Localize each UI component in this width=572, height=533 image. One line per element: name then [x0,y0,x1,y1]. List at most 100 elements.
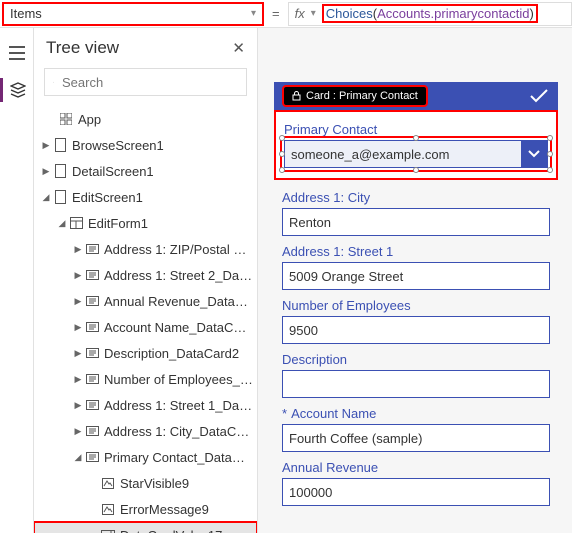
datacard-icon [84,270,100,280]
lock-icon [292,91,301,101]
chevron-down-icon: ▾ [251,8,256,19]
field-input[interactable]: 9500 [282,316,550,344]
collapse-icon[interactable]: ◢ [72,452,84,463]
check-icon[interactable] [530,89,548,103]
expand-icon[interactable]: ▶ [40,140,52,151]
expand-icon[interactable]: ▶ [72,426,84,437]
tree-node-street1[interactable]: ▶ Address 1: Street 1_DataCard2 [34,392,257,418]
resize-handle[interactable] [413,135,419,141]
tree-search[interactable] [44,68,247,96]
collapse-icon[interactable]: ◢ [56,218,68,229]
equals-sign: = [264,6,288,21]
screen-icon [52,190,68,204]
tree-node-city[interactable]: ▶ Address 1: City_DataCard2 [34,418,257,444]
required-icon: * [282,406,287,421]
tree-search-input[interactable] [62,75,238,90]
tree-node-browsescreen[interactable]: ▶ BrowseScreen1 [34,132,257,158]
chevron-down-icon [528,150,540,158]
resize-handle[interactable] [413,167,419,173]
card-header-bar: Card : Primary Contact [274,82,558,110]
chevron-down-icon[interactable]: ▾ [311,8,316,19]
form-field: *Account Name Fourth Coffee (sample) [282,406,550,452]
resize-handle[interactable] [279,151,285,157]
tree-node-app[interactable]: App [34,106,257,132]
tree-node-datacardvalue[interactable]: DataCardValue17 [34,522,257,533]
collapse-icon[interactable]: ◢ [40,192,52,203]
resize-handle[interactable] [547,151,553,157]
field-label-text: Description [282,352,347,367]
datacard-icon [84,322,100,332]
hamburger-button[interactable] [0,42,34,64]
datacard-icon [84,374,100,384]
tree-view-title: Tree view [46,38,119,58]
tree-node-street2[interactable]: ▶ Address 1: Street 2_DataCard2 [34,262,257,288]
resize-handle[interactable] [279,135,285,141]
label-icon [100,504,116,515]
tree-view-rail-button[interactable] [0,78,34,102]
tree-node-acctname[interactable]: ▶ Account Name_DataCard2 [34,314,257,340]
datacard-icon [84,296,100,306]
tree-node-detailscreen[interactable]: ▶ DetailScreen1 [34,158,257,184]
tree-node-editscreen[interactable]: ◢ EditScreen1 [34,184,257,210]
resize-handle[interactable] [547,167,553,173]
tree-node-pcontact[interactable]: ◢ Primary Contact_DataCard1 [34,444,257,470]
expand-icon[interactable]: ▶ [72,400,84,411]
field-input[interactable] [282,370,550,398]
field-input[interactable]: Fourth Coffee (sample) [282,424,550,452]
resize-handle[interactable] [547,135,553,141]
dropdown-button[interactable] [521,141,547,167]
tree-node-desc[interactable]: ▶ Description_DataCard2 [34,340,257,366]
primary-contact-combobox[interactable]: someone_a@example.com [284,140,548,168]
field-label: *Account Name [282,406,550,421]
tree-node-star[interactable]: StarVisible9 [34,470,257,496]
screen-icon [52,164,68,178]
formula-bar[interactable]: fx ▾ Choices(Accounts.primarycontactid) [288,2,572,26]
tree-view-panel: Tree view ✕ App ▶ BrowseScreen1 ▶ Detail… [34,28,258,533]
fx-icon: fx [295,6,305,21]
label-icon [100,478,116,489]
layers-icon [10,82,26,98]
form-field: Address 1: CityRenton [282,190,550,236]
form-field: Address 1: Street 1 5009 Orange Street [282,244,550,290]
field-label: Description [282,352,550,367]
close-icon[interactable]: ✕ [232,39,245,57]
card-chip[interactable]: Card : Primary Contact [284,87,426,105]
resize-handle[interactable] [279,167,285,173]
property-selector[interactable]: Items ▾ [2,2,264,26]
expand-icon[interactable]: ▶ [72,270,84,281]
expand-icon[interactable]: ▶ [72,244,84,255]
search-icon [53,76,54,89]
field-input[interactable]: Renton [282,208,550,236]
property-selector-label: Items [10,6,42,21]
primary-contact-value: someone_a@example.com [285,147,521,162]
tree-node-numemp[interactable]: ▶ Number of Employees_DataCard2 [34,366,257,392]
field-label: Address 1: Street 1 [282,244,550,259]
form-icon [68,217,84,229]
datacard-icon [84,348,100,358]
field-input[interactable]: 5009 Orange Street [282,262,550,290]
tree-node-err[interactable]: ErrorMessage9 [34,496,257,522]
field-input[interactable]: 100000 [282,478,550,506]
tree-node-editform[interactable]: ◢ EditForm1 [34,210,257,236]
form-field: Description [282,352,550,398]
expand-icon[interactable]: ▶ [72,348,84,359]
datacard-icon [84,426,100,436]
expand-icon[interactable]: ▶ [72,322,84,333]
tree-node-zip[interactable]: ▶ Address 1: ZIP/Postal Code_DataCard2 [34,236,257,262]
expand-icon[interactable]: ▶ [72,374,84,385]
field-label: Annual Revenue [282,460,550,475]
datacard-icon [84,400,100,410]
field-label-text: Annual Revenue [282,460,378,475]
tree-root: App ▶ BrowseScreen1 ▶ DetailScreen1 ◢ Ed… [34,104,257,533]
screen-icon [52,138,68,152]
field-label-text: Number of Employees [282,298,411,313]
app-icon [58,113,74,125]
tree-node-annrev[interactable]: ▶ Annual Revenue_DataCard2 [34,288,257,314]
top-bar: Items ▾ = fx ▾ Choices(Accounts.primaryc… [0,0,572,28]
left-rail [0,28,34,533]
expand-icon[interactable]: ▶ [72,296,84,307]
expand-icon[interactable]: ▶ [40,166,52,177]
form-field: Number of Employees 9500 [282,298,550,344]
canvas[interactable]: Card : Primary Contact Primary Contact s… [258,28,572,533]
primary-contact-card[interactable]: Card : Primary Contact Primary Contact s… [274,110,558,180]
